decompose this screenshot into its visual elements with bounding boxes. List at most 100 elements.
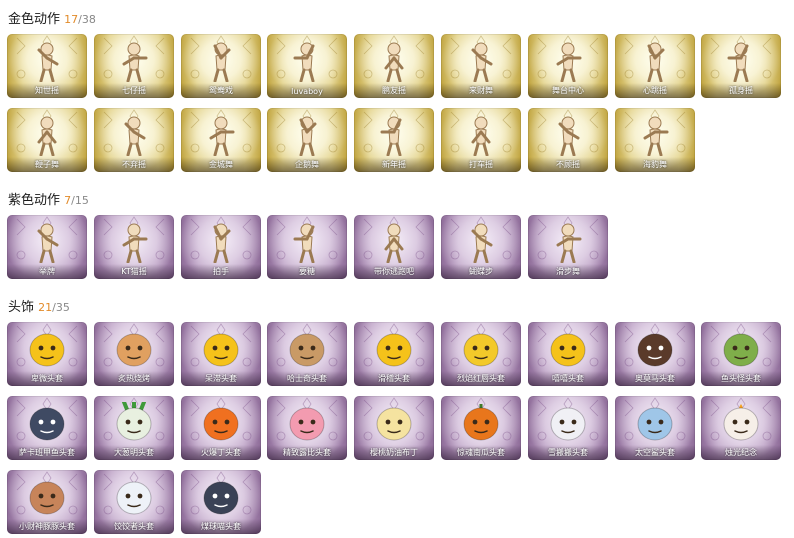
card-label: 精致露比头套: [283, 448, 331, 457]
fire-sprite-icon: [201, 402, 241, 444]
headwear-card[interactable]: 嘻嘻头套: [528, 322, 608, 386]
action-card[interactable]: 鹏友摇: [354, 34, 434, 98]
action-card[interactable]: 孤身摇: [701, 34, 781, 98]
section-name: 金色动作: [8, 12, 61, 27]
card-label: 呆滞头套: [205, 374, 237, 383]
dance-pose-icon: [287, 221, 327, 264]
headwear-card[interactable]: 烛光纪念: [701, 396, 781, 460]
headwear-card[interactable]: 精致露比头套: [267, 396, 347, 460]
husky-sunglasses-icon: [287, 328, 327, 370]
headwear-card[interactable]: 烈焰红唇头套: [441, 322, 521, 386]
action-card[interactable]: 滑步舞: [528, 215, 608, 279]
headwear-card[interactable]: 火爆丁头套: [181, 396, 261, 460]
card-label: KT猫摇: [121, 267, 147, 276]
action-card[interactable]: 知世摇: [7, 34, 87, 98]
dance-pose-icon: [461, 114, 501, 157]
card-label: 卑微头套: [31, 374, 63, 383]
card-label: 心跳摇: [643, 86, 667, 95]
headwear-card[interactable]: 滑稽头套: [354, 322, 434, 386]
card-label: 不弃摇: [122, 160, 146, 169]
dance-pose-icon: [374, 114, 414, 157]
snowman-reindeer-icon: [548, 402, 588, 444]
card-label: 滑步舞: [556, 267, 580, 276]
headwear-card[interactable]: 呆滞头套: [181, 322, 261, 386]
action-card[interactable]: 鞭子舞: [7, 108, 87, 172]
card-label: 金城舞: [209, 160, 233, 169]
space-shark-icon: [635, 402, 675, 444]
action-card[interactable]: 七仔摇: [94, 34, 174, 98]
headwear-card[interactable]: 萨卡班甲鱼头套: [7, 396, 87, 460]
dance-pose-icon: [287, 40, 327, 83]
action-card[interactable]: 来财舞: [441, 34, 521, 98]
action-card[interactable]: 舞台中心: [528, 34, 608, 98]
card-label: 鱼头怪头套: [721, 374, 761, 383]
action-card[interactable]: luvaboy: [267, 34, 347, 98]
headwear-card[interactable]: 饺饺者头套: [94, 470, 174, 534]
card-label: 嘻嘻头套: [552, 374, 584, 383]
card-label: 惊魂南瓜头套: [457, 448, 505, 457]
dance-pose-icon: [201, 221, 241, 264]
card-label: 哈士奇头套: [287, 374, 327, 383]
dumpling-icon: [114, 476, 154, 518]
headwear-card[interactable]: 卑微头套: [7, 322, 87, 386]
card-label: luvaboy: [291, 87, 323, 96]
headwear-card[interactable]: 樱桃奶油布丁: [354, 396, 434, 460]
action-card[interactable]: 不顾摇: [528, 108, 608, 172]
card-label: 举牌: [39, 267, 55, 276]
action-card[interactable]: 海豹舞: [615, 108, 695, 172]
section-count: 21/35: [38, 301, 70, 314]
action-card[interactable]: 蝴蝶步: [441, 215, 521, 279]
dance-pose-icon: [114, 221, 154, 264]
card-label: 雪搬搬头套: [548, 448, 588, 457]
card-label: 蝴蝶步: [469, 267, 493, 276]
action-card[interactable]: 企鹅舞: [267, 108, 347, 172]
headwear-card[interactable]: 太空鲨头套: [615, 396, 695, 460]
headwear-card[interactable]: 炙热烧烤: [94, 322, 174, 386]
card-label: 滑稽头套: [378, 374, 410, 383]
card-label: 炙热烧烤: [118, 374, 150, 383]
headwear-card[interactable]: 大葱明头套: [94, 396, 174, 460]
card-label: 鹏友摇: [382, 86, 406, 95]
card-label: 饺饺者头套: [114, 522, 154, 531]
dance-pose-icon: [548, 221, 588, 264]
action-card[interactable]: 带你逃跑吧: [354, 215, 434, 279]
action-card[interactable]: 举牌: [7, 215, 87, 279]
grilled-meat-icon: [114, 328, 154, 370]
section-name: 紫色动作: [8, 193, 61, 208]
card-label: 萨卡班甲鱼头套: [19, 448, 75, 457]
headwear-card[interactable]: 小财神豚豚头套: [7, 470, 87, 534]
action-card[interactable]: 金城舞: [181, 108, 261, 172]
card-label: 火爆丁头套: [201, 448, 241, 457]
section-name: 头饰: [8, 300, 35, 315]
section-title-head: 头饰 21/35: [8, 296, 70, 315]
fortune-pig-icon: [27, 476, 67, 518]
action-card[interactable]: KT猫摇: [94, 215, 174, 279]
card-label: 不顾摇: [556, 160, 580, 169]
headwear-card[interactable]: 煤球喵头套: [181, 470, 261, 534]
headwear-card[interactable]: 惊魂南瓜头套: [441, 396, 521, 460]
card-label: 烛光纪念: [725, 448, 757, 457]
section-title-purple: 紫色动作 7/15: [8, 189, 89, 208]
dance-pose-icon: [721, 40, 761, 83]
headwear-card[interactable]: 奥莫马头套: [615, 322, 695, 386]
dance-pose-icon: [27, 114, 67, 157]
action-card[interactable]: 新年摇: [354, 108, 434, 172]
fish-monster-icon: [721, 328, 761, 370]
headwear-card[interactable]: 鱼头怪头套: [701, 322, 781, 386]
card-label: 舞台中心: [552, 86, 584, 95]
headwear-card[interactable]: 雪搬搬头套: [528, 396, 608, 460]
card-label: 带你逃跑吧: [374, 267, 414, 276]
headwear-card[interactable]: 哈士奇头套: [267, 322, 347, 386]
card-label: 奥莫马头套: [635, 374, 675, 383]
action-card[interactable]: 拍手: [181, 215, 261, 279]
section-title-gold: 金色动作 17/38: [8, 8, 96, 27]
candle-icon: [721, 402, 761, 444]
action-card[interactable]: 打车摇: [441, 108, 521, 172]
action-card[interactable]: 心跳摇: [615, 34, 695, 98]
action-card[interactable]: 不弃摇: [94, 108, 174, 172]
action-card[interactable]: 要糖: [267, 215, 347, 279]
dance-pose-icon: [114, 40, 154, 83]
card-label: 小财神豚豚头套: [19, 522, 75, 531]
action-card[interactable]: 鸳鸯戏: [181, 34, 261, 98]
card-label: 来财舞: [469, 86, 493, 95]
